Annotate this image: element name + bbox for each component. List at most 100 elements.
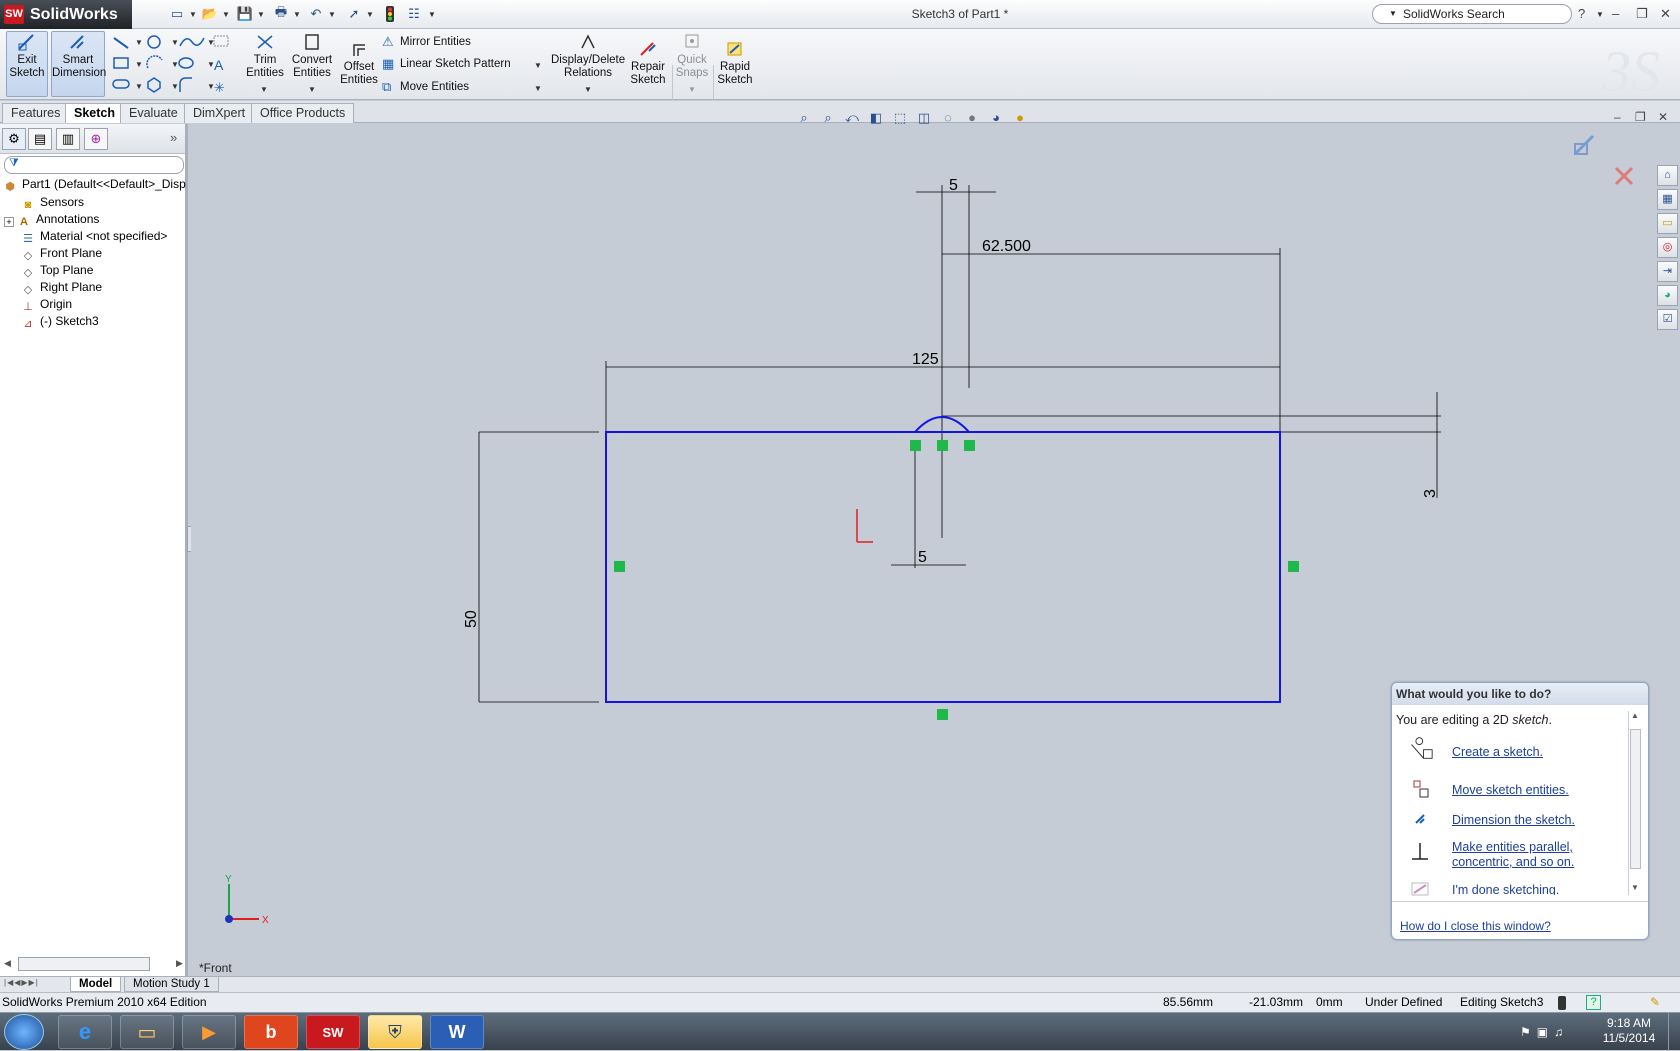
dimension-62-500[interactable]: 62.500 [942,238,1281,432]
dimension-sketch-link[interactable]: Dimension the sketch. [1452,813,1575,828]
trim-dropdown-icon[interactable]: ▼ [260,85,268,94]
select-arrow-icon[interactable]: ➚ [345,5,363,23]
scroll-right-icon[interactable]: ▶ [176,958,183,969]
relation-horizontal-bottom[interactable] [937,709,948,720]
polygon-dropdown-icon[interactable]: ▼ [171,82,179,91]
relation-horizontal-mid[interactable] [937,440,948,451]
fillet-tool-icon[interactable] [179,77,192,92]
view-palette-icon[interactable]: ⇥ [1657,261,1678,282]
help-icon[interactable]: ? [1578,6,1585,21]
tab-dimxpert[interactable]: DimXpert [184,103,255,123]
tree-filter[interactable]: ⧩ [4,156,184,174]
dim-text-125[interactable]: 125 [912,351,939,368]
expand-panel-icon[interactable]: » [170,130,177,145]
relation-coincident-left[interactable] [910,440,921,451]
dimension-125[interactable]: 125 [605,351,1280,432]
tab-office-products[interactable]: Office Products [251,103,355,123]
convert-dropdown-icon[interactable]: ▼ [308,85,316,94]
select-dropdown-icon[interactable]: ▼ [366,10,374,19]
display-style-icon[interactable]: ◫ [915,109,933,127]
tree-item-material[interactable]: ☰ Material <not specified> [20,228,167,245]
display-delete-relations-button[interactable]: Display/Delete Relations [551,32,625,80]
search-box[interactable]: ▼ SolidWorks Search [1372,4,1572,24]
open-dropdown-icon[interactable]: ▼ [222,10,230,19]
polygon-tool-icon[interactable] [147,77,161,93]
sketch-rectangle[interactable] [605,416,1281,703]
spline-dropdown-icon[interactable]: ▼ [207,38,215,47]
trim-entities-button[interactable]: Trim Entities [244,32,286,80]
tree-item-sensors[interactable]: ◙ Sensors [20,194,84,211]
slot-dropdown-icon[interactable]: ▼ [135,82,143,91]
zoom-area-icon[interactable]: ⌕ [819,109,837,127]
save-icon[interactable]: 💾 [236,5,254,23]
mirror-entities-button[interactable]: ⚠ Mirror Entities [382,34,471,50]
minimize-icon[interactable]: – [1612,6,1619,21]
circle-dropdown-icon[interactable]: ▼ [171,38,179,47]
scroll-down-icon[interactable]: ▼ [1631,883,1639,892]
line-dropdown-icon[interactable]: ▼ [135,38,143,47]
taskbar-security-icon[interactable]: ⛨ [368,1015,422,1049]
status-notification-icon[interactable]: ✎ [1650,993,1660,1012]
repair-sketch-button[interactable]: Repair Sketch [629,39,667,87]
help-dropdown-icon[interactable]: ▼ [1596,10,1604,19]
system-tray-icons[interactable]: ⚑▣♫ [1520,1025,1569,1039]
slot-tool-icon[interactable] [112,79,130,89]
relation-coincident-right[interactable] [964,440,975,451]
fillet-dropdown-icon[interactable]: ▼ [207,82,215,91]
tree-item-right-plane[interactable]: ◇ Right Plane [20,279,102,296]
dimxpert-manager-tab-icon[interactable]: ⊕ [84,128,108,150]
close-icon[interactable]: ✕ [1660,6,1671,22]
tree-item-annotations[interactable]: + A Annotations [4,211,99,228]
scroll-thumb[interactable] [1630,729,1641,869]
taskbar-media-player-icon[interactable]: ▶ [182,1015,236,1049]
options-dropdown-icon[interactable]: ▼ [428,10,436,19]
feature-tree-tab-icon[interactable]: ⚙ [2,128,26,150]
smart-dimension-button[interactable]: Smart Dimension [51,31,106,97]
options-icon[interactable]: ☷ [405,5,423,23]
custom-properties-icon[interactable]: ☑ [1657,309,1678,330]
new-document-icon[interactable]: ▭ [168,5,186,23]
expand-plus-icon[interactable]: + [4,217,14,227]
edit-appearance-icon[interactable]: ● [963,109,981,127]
cancel-sketch-icon[interactable] [1614,166,1634,186]
restore-icon[interactable]: ❐ [1636,6,1648,22]
view-settings-icon[interactable]: ● [1011,109,1029,127]
configuration-manager-tab-icon[interactable]: ▥ [56,128,80,150]
tree-item-origin[interactable]: ⊥ Origin [20,296,72,313]
text-tool-icon[interactable]: A [214,57,224,73]
taskbar-clock[interactable]: 9:18 AM 11/5/2014 [1596,1016,1662,1046]
search-results-icon[interactable]: ◎ [1657,237,1678,258]
dimension-50[interactable]: 50 [463,431,599,703]
dim-text-3[interactable]: 3 [1422,489,1439,498]
exit-sketch-button[interactable]: Exit Sketch [6,31,48,97]
dim-text-62-500[interactable]: 62.500 [982,238,1031,255]
pattern-dropdown-icon[interactable]: ▼ [534,61,542,70]
property-manager-tab-icon[interactable]: ▤ [28,128,52,150]
scroll-left-icon[interactable]: ◀ [4,958,11,969]
make-relations-link[interactable]: Make entities parallel, concentric, and … [1452,840,1592,870]
create-sketch-link[interactable]: Create a sketch. [1452,745,1543,760]
move-entities-button[interactable]: ⧉ Move Entities [382,79,469,95]
horizontal-scrollbar[interactable] [18,957,150,971]
search-dropdown-icon[interactable]: ▼ [1389,5,1397,23]
tab-evaluate[interactable]: Evaluate [120,103,187,123]
scroll-up-icon[interactable]: ▲ [1631,711,1639,720]
print-icon[interactable]: 🖶 [272,4,290,23]
snaps-dropdown-icon[interactable]: ▼ [688,85,696,94]
dim-text-50[interactable]: 50 [463,610,480,628]
tree-root-part[interactable]: ⬢ Part1 (Default<<Default>_Disp [2,176,186,193]
start-button[interactable] [4,1014,44,1050]
circle-tool-icon[interactable] [147,35,161,49]
section-view-icon[interactable]: ◧ [867,109,885,127]
ellipse-tool-icon[interactable] [178,57,194,69]
print-dropdown-icon[interactable]: ▼ [293,10,301,19]
point-tool-icon[interactable]: ✳ [214,81,225,96]
apply-scene-icon[interactable]: ◕ [987,109,1005,127]
doc-minimize-icon[interactable]: – [1614,110,1621,124]
tab-features[interactable]: Features [2,103,70,123]
undo-dropdown-icon[interactable]: ▼ [328,10,336,19]
show-desktop-button[interactable] [1668,1013,1680,1051]
move-dropdown-icon[interactable]: ▼ [534,84,542,93]
arc-dropdown-icon[interactable]: ▼ [171,60,179,69]
new-dropdown-icon[interactable]: ▼ [189,10,197,19]
